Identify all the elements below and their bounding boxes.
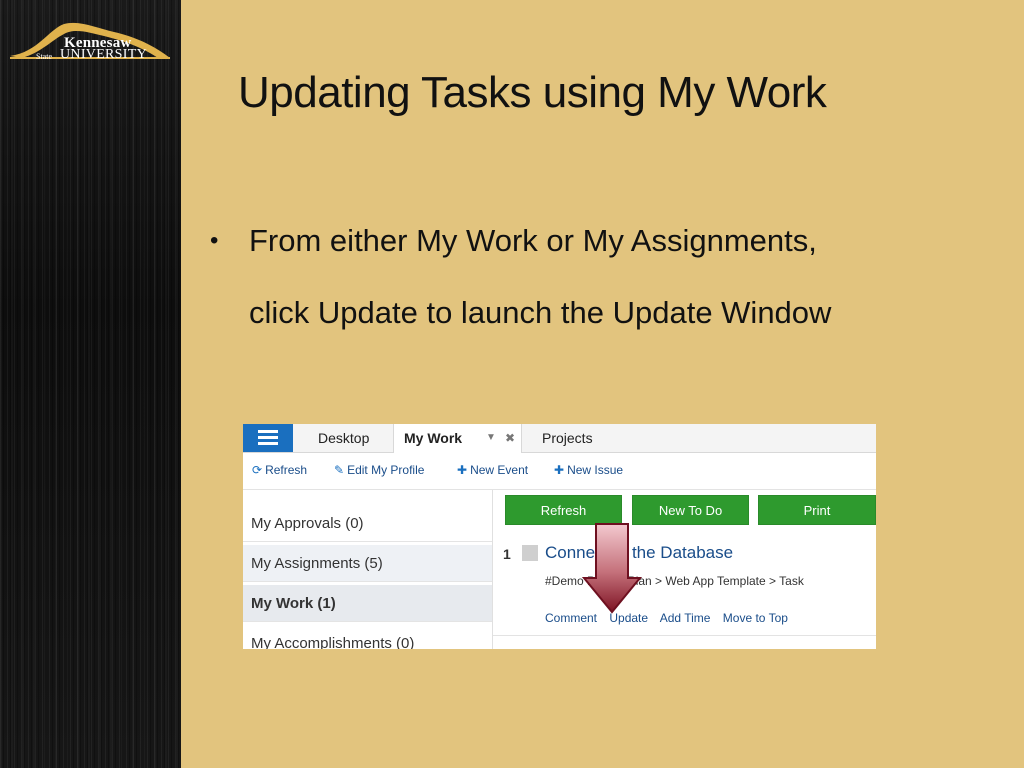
toolbar-refresh-label: Refresh (265, 463, 308, 477)
toolbar: ⟳ Refresh ✎ Edit My Profile ✚ New Event ✚ Ne… (243, 453, 876, 490)
task-number: 1 (503, 546, 511, 562)
logo-text-university: UNIVERSITY (60, 47, 147, 62)
toolbar-refresh[interactable]: ⟳ Refresh (252, 463, 307, 477)
print-button[interactable]: Print (758, 495, 876, 525)
add-time-link[interactable]: Add Time (660, 611, 711, 625)
tab-desktop[interactable]: Desktop (318, 424, 369, 452)
menu-icon-bar (258, 442, 278, 445)
row-divider (493, 635, 876, 636)
nav-my-work[interactable]: My Work (1) (243, 585, 492, 622)
tab-my-work[interactable]: My Work ▼ ✖ (393, 424, 522, 453)
nav-my-accomplishments[interactable]: My Accomplishments (0) (243, 625, 492, 649)
plus-icon: ✚ (554, 463, 565, 477)
toolbar-new-issue-label: New Issue (567, 463, 624, 477)
pencil-icon: ✎ (334, 463, 345, 477)
tab-projects[interactable]: Projects (542, 424, 593, 452)
main-panel: Refresh New To Do Print 1 Connect to the… (493, 490, 876, 649)
bullet-line-1: From either My Work or My Assignments, (249, 223, 817, 258)
down-arrow-icon (581, 522, 643, 614)
logo-text-state: State (36, 52, 52, 61)
bullet-marker: • (210, 227, 219, 254)
refresh-icon: ⟳ (252, 463, 263, 477)
dark-sidebar: Kennesaw State UNIVERSITY (0, 0, 181, 768)
tab-bar: Desktop My Work ▼ ✖ Projects (243, 424, 876, 453)
bullet-line-2: click Update to launch the Update Window (249, 295, 832, 330)
kennesaw-logo: Kennesaw State UNIVERSITY (8, 22, 172, 70)
menu-icon-bar (258, 436, 278, 439)
left-nav: My Approvals (0) My Assignments (5) My W… (243, 490, 493, 649)
bullet-text: From either My Work or My Assignments, c… (249, 205, 1009, 349)
menu-icon-bar (258, 430, 278, 433)
nav-my-approvals[interactable]: My Approvals (0) (243, 505, 492, 542)
refresh-button[interactable]: Refresh (505, 495, 622, 525)
close-icon[interactable]: ✖ (505, 424, 515, 452)
plus-icon: ✚ (457, 463, 468, 477)
nav-my-assignments[interactable]: My Assignments (5) (243, 545, 492, 582)
tab-my-work-label: My Work (404, 430, 463, 446)
toolbar-edit-profile-label: Edit My Profile (347, 463, 425, 477)
toolbar-new-issue[interactable]: ✚ New Issue (554, 463, 623, 477)
slide-title: Updating Tasks using My Work (238, 68, 827, 117)
hamburger-menu-button[interactable] (243, 424, 293, 452)
embedded-app-screenshot: Desktop My Work ▼ ✖ Projects ⟳ Refresh ✎ E… (243, 424, 876, 649)
move-to-top-link[interactable]: Move to Top (723, 611, 788, 625)
chevron-down-icon[interactable]: ▼ (486, 424, 496, 452)
toolbar-edit-profile[interactable]: ✎ Edit My Profile (334, 463, 424, 477)
task-checkbox[interactable] (522, 545, 538, 561)
new-todo-button[interactable]: New To Do (632, 495, 749, 525)
toolbar-new-event[interactable]: ✚ New Event (457, 463, 528, 477)
toolbar-new-event-label: New Event (470, 463, 529, 477)
